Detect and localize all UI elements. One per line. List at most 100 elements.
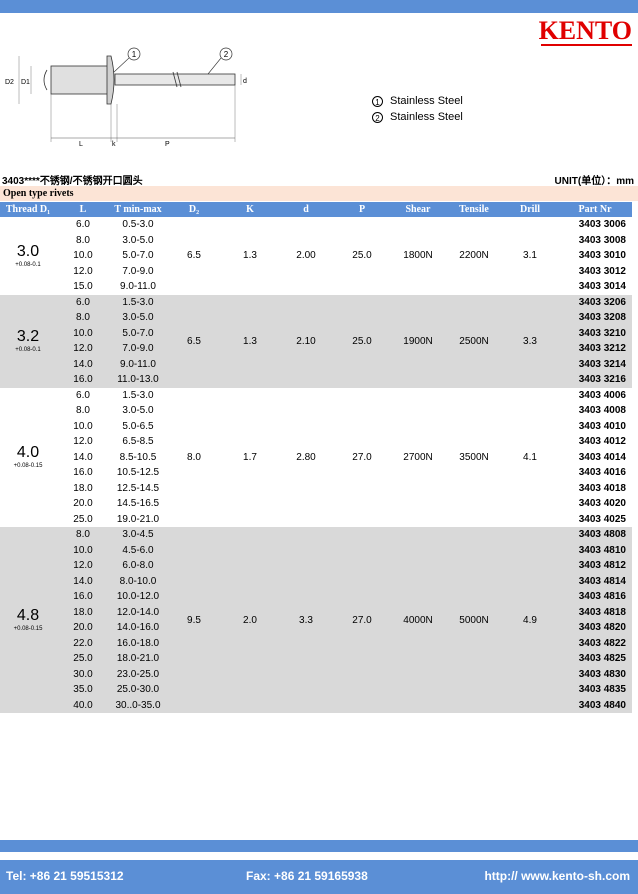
part-number-cell: 3403 3216 (558, 372, 632, 388)
d2-cell: 9.5 (166, 527, 222, 713)
length-cell: 25.0 (73, 513, 93, 525)
d-label: d (243, 78, 247, 85)
footer-fax: Fax: +86 21 59165938 (246, 869, 368, 883)
table-header-row: Thread D₁ L T min-max D₂ K d P Shear Ten… (0, 202, 632, 217)
col-p: P (334, 202, 390, 217)
length-cell: 16.0 (56, 372, 110, 388)
length-cell: 12.0 (73, 265, 93, 277)
grip-range-cell: 12.0-14.0 (110, 604, 166, 620)
tensile-cell: 2500N (446, 294, 502, 388)
part-number-cell: 3403 4808 (558, 527, 632, 543)
k-label: k (112, 141, 116, 148)
grip-range-cell: 6.0-8.0 (110, 558, 166, 574)
grip-range-cell: 12.5-14.5 (116, 482, 160, 494)
length-cell: 16.0 (73, 467, 93, 479)
grip-range-cell: 18.0-21.0 (110, 651, 166, 667)
kento-logo: KENTO (538, 16, 632, 45)
thread-cell: 3.2 +0.08-0.1 (0, 294, 56, 388)
d2-label: D2 (5, 79, 14, 86)
d2-cell: 6.5 (187, 250, 201, 262)
k-cell: 1.3 (222, 294, 278, 388)
length-cell: 8.0 (76, 234, 90, 246)
part-number-cell: 3403 4012 (578, 436, 626, 448)
length-cell: 30.0 (56, 666, 110, 682)
col-shear: Shear (390, 202, 446, 217)
grip-range-cell: 5.0-6.5 (122, 420, 154, 432)
grip-range-cell: 3.0-5.0 (122, 405, 154, 417)
part-number-cell: 3403 4830 (558, 666, 632, 682)
grip-range-cell: 9.0-11.0 (120, 281, 156, 293)
part-number-cell: 3403 4810 (558, 542, 632, 558)
shear-cell: 2700N (403, 451, 433, 463)
part-number-cell: 3403 4814 (558, 573, 632, 589)
thread-diameter: 3.2 (16, 328, 40, 345)
part-number-cell: 3403 4008 (578, 405, 626, 417)
grip-range-cell: 3.0-5.0 (122, 234, 154, 246)
grip-range-cell: 14.0-16.0 (110, 620, 166, 636)
thread-tolerance: +0.08-0.1 (15, 261, 41, 268)
d2-cell: 8.0 (187, 451, 201, 463)
part-number-cell: 3403 3214 (558, 356, 632, 372)
table-row: 3.2 +0.08-0.1 6.0 1.5-3.0 6.5 1.3 2.10 25.0 1900… (0, 294, 632, 388)
part-number-cell: 3403 4812 (558, 558, 632, 574)
grip-range-cell: 3.0-5.0 (110, 310, 166, 326)
drill-cell: 3.3 (502, 294, 558, 388)
grip-range-cell: 19.0-21.0 (116, 513, 160, 525)
grip-range-cell: 1.5-3.0 (122, 389, 154, 401)
length-cell: 40.0 (56, 697, 110, 713)
grip-range-cell: 1.5-3.0 (110, 294, 166, 310)
length-cell: 14.0 (56, 573, 110, 589)
materials-legend: 1 Stainless Steel 2 Stainless Steel (372, 93, 463, 125)
p-cell: 27.0 (352, 451, 372, 463)
grip-range-cell: 7.0-9.0 (110, 341, 166, 357)
thread-tolerance: +0.08-0.15 (13, 463, 43, 470)
part-number-cell: 3403 4825 (558, 651, 632, 667)
grip-range-cell: 23.0-25.0 (110, 666, 166, 682)
d-cell: 2.10 (278, 294, 334, 388)
table-row: 3.0 +0.08-0.1 6.0 0.5-3.0 6.5 1.3 2.00 25.0 1800… (0, 217, 632, 268)
spec-table: Thread D₁ L T min-max D₂ K d P Shear Ten… (0, 202, 632, 713)
length-cell: 6.0 (76, 389, 90, 401)
p-cell: 25.0 (334, 294, 390, 388)
part-number-cell: 3403 4840 (558, 697, 632, 713)
thread-diameter: 3.0 (16, 242, 40, 260)
part-number-cell: 3403 3012 (578, 265, 626, 277)
col-d2: D₂ (166, 202, 222, 217)
col-drill: Drill (502, 202, 558, 217)
length-cell: 8.0 (56, 527, 110, 543)
shear-cell: 1800N (403, 250, 433, 262)
thread-diameter: 4.0 (16, 444, 40, 462)
col-l: L (56, 202, 110, 217)
material-item: 1 Stainless Steel (372, 93, 463, 109)
length-cell: 12.0 (56, 341, 110, 357)
rivet-drawing: 1 2 D2 D1 d L k P (5, 47, 247, 148)
part-number-cell: 3403 3008 (578, 234, 626, 246)
grip-range-cell: 0.5-3.0 (122, 219, 154, 231)
part-number-cell: 3403 4010 (578, 420, 626, 432)
length-cell: 10.0 (73, 250, 93, 262)
thread-diameter: 4.8 (16, 607, 40, 624)
length-cell: 20.0 (73, 498, 93, 510)
tensile-cell: 2200N (459, 250, 489, 262)
part-number-cell: 3403 3206 (558, 294, 632, 310)
col-k: K (222, 202, 278, 217)
bottom-bar (0, 840, 638, 852)
k-cell: 1.7 (243, 451, 257, 463)
part-number-cell: 3403 4818 (558, 604, 632, 620)
col-d: d (278, 202, 334, 217)
grip-range-cell: 3.0-4.5 (110, 527, 166, 543)
col-tensile: Tensile (446, 202, 502, 217)
material-label-1: Stainless Steel (390, 95, 463, 107)
shear-cell: 1900N (390, 294, 446, 388)
footer-web[interactable]: http:// www.kento-sh.com (484, 869, 630, 883)
k-cell: 2.0 (222, 527, 278, 713)
length-cell: 16.0 (56, 589, 110, 605)
length-cell: 8.0 (76, 405, 90, 417)
grip-range-cell: 4.5-6.0 (110, 542, 166, 558)
thread-tolerance: +0.08-0.15 (13, 626, 43, 632)
grip-range-cell: 8.0-10.0 (110, 573, 166, 589)
part-number-cell: 3403 4816 (558, 589, 632, 605)
l-label: L (79, 141, 83, 148)
grip-range-cell: 8.5-10.5 (119, 451, 157, 463)
section-title: Open type rivets (0, 186, 638, 201)
